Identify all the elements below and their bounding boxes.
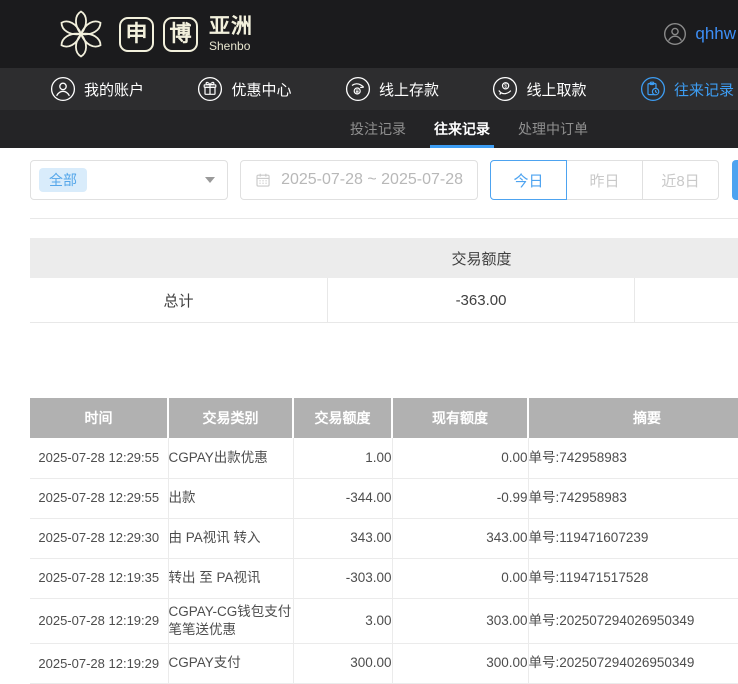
date-range-picker[interactable]: 2025-07-28 ~ 2025-07-28 (240, 160, 478, 200)
cell-summary: 单号:119471607239 (528, 518, 738, 558)
logo-region-text: 亚洲 (209, 16, 253, 37)
cell-balance: 0.00 (392, 558, 528, 598)
cell-amount: 3.00 (293, 598, 392, 643)
tab-label: 往来记录 (434, 119, 490, 139)
cell-time: 2025-07-28 12:19:35 (30, 558, 168, 598)
cell-summary: 单号:202507294026950349 (528, 598, 738, 643)
cell-time: 2025-07-28 12:29:55 (30, 478, 168, 518)
cell-type: 出款 (168, 478, 293, 518)
brand-logo[interactable]: 申 博 亚洲 Shenbo (52, 7, 253, 61)
tab-processing-orders[interactable]: 处理中订单 (518, 110, 588, 148)
col-header-time: 时间 (30, 398, 168, 438)
cell-balance: 303.00 (392, 598, 528, 643)
cell-amount: 1.00 (293, 438, 392, 478)
cell-amount: 300.00 (293, 643, 392, 683)
cell-balance: -0.99 (392, 478, 528, 518)
col-header-amount: 交易额度 (293, 398, 392, 438)
calendar-icon (255, 171, 271, 189)
nav-item-my-account[interactable]: 我的账户 (50, 76, 144, 102)
cell-summary: 单号:119471517528 (528, 558, 738, 598)
tab-betting-records[interactable]: 投注记录 (350, 110, 406, 148)
cell-type: 由 PA视讯 转入 (168, 518, 293, 558)
chevron-down-icon (205, 177, 215, 183)
gift-icon (197, 76, 223, 102)
svg-text:$: $ (505, 84, 508, 90)
nav-item-transaction-records[interactable]: 往来记录 (640, 76, 734, 102)
summary-header-empty (30, 238, 328, 278)
top-header: 申 博 亚洲 Shenbo qhhw (0, 0, 738, 68)
table-row: 2025-07-28 12:19:35 转出 至 PA视讯 -303.00 0.… (30, 558, 738, 598)
nav-label: 线上取款 (526, 79, 586, 100)
cell-type: CGPAY-CG钱包支付笔笔送优惠 (168, 598, 293, 643)
search-button[interactable] (732, 160, 738, 200)
cell-amount: 343.00 (293, 518, 392, 558)
tab-label: 投注记录 (350, 119, 406, 139)
cell-time: 2025-07-28 12:29:30 (30, 518, 168, 558)
cell-summary: 单号:742958983 (528, 438, 738, 478)
cell-amount: -344.00 (293, 478, 392, 518)
summary-header-amount: 交易额度 (328, 238, 635, 278)
summary-header-row: 交易额度 (30, 238, 738, 278)
table-row: 2025-07-28 12:29:55 CGPAY出款优惠 1.00 0.00 … (30, 438, 738, 478)
cell-balance: 343.00 (392, 518, 528, 558)
filter-bar: 全部 2025-07-28 ~ 2025-07-28 今日 昨日 近8日 (30, 160, 738, 200)
flower-logo-icon (52, 7, 110, 61)
table-row: 2025-07-28 12:29:30 由 PA视讯 转入 343.00 343… (30, 518, 738, 558)
date-range-value: 2025-07-28 ~ 2025-07-28 (281, 171, 463, 189)
cell-summary: 单号:742958983 (528, 478, 738, 518)
main-navbar: 我的账户 优惠中心 线上存款 $ (0, 68, 738, 110)
summary-total-label: 总计 (30, 278, 328, 322)
username-text: qhhw (695, 24, 736, 44)
tab-transaction-records[interactable]: 往来记录 (434, 110, 490, 148)
clipboard-clock-icon (640, 76, 666, 102)
summary-header-empty-2 (635, 238, 738, 278)
summary-total-value: -363.00 (328, 278, 635, 322)
nav-item-online-withdraw[interactable]: $ 线上取款 (492, 76, 586, 102)
transactions-header-row: 时间 交易类别 交易额度 现有额度 摘要 (30, 398, 738, 438)
cell-type: 转出 至 PA视讯 (168, 558, 293, 598)
nav-label: 我的账户 (84, 79, 144, 100)
user-avatar-icon (663, 22, 687, 46)
nav-item-promo-center[interactable]: 优惠中心 (197, 76, 291, 102)
cell-time: 2025-07-28 12:19:29 (30, 598, 168, 643)
table-row: 2025-07-28 12:19:29 CGPAY支付 300.00 300.0… (30, 643, 738, 683)
cell-summary: 单号:202507294026950349 (528, 643, 738, 683)
summary-total-row: 总计 -363.00 (30, 278, 738, 323)
logo-subtitle: Shenbo (209, 40, 253, 52)
hand-dollar-icon: $ (492, 76, 518, 102)
cell-type: CGPAY支付 (168, 643, 293, 683)
nav-item-online-deposit[interactable]: 线上存款 (345, 76, 439, 102)
summary-empty-cell (635, 278, 738, 322)
cell-amount: -303.00 (293, 558, 392, 598)
summary-table: 交易额度 总计 -363.00 (30, 238, 738, 323)
account-icon (50, 76, 76, 102)
yesterday-button[interactable]: 昨日 (566, 160, 643, 200)
cell-balance: 0.00 (392, 438, 528, 478)
cell-balance: 300.00 (392, 643, 528, 683)
quick-date-button-group: 今日 昨日 近8日 (490, 160, 719, 200)
col-header-type: 交易类别 (168, 398, 293, 438)
transaction-type-select[interactable]: 全部 (30, 160, 228, 200)
hand-coin-icon (345, 76, 371, 102)
logo-char-shen: 申 (119, 17, 154, 52)
col-header-balance: 现有额度 (392, 398, 528, 438)
nav-label: 优惠中心 (231, 79, 291, 100)
section-divider (30, 218, 738, 219)
last-8-days-button[interactable]: 近8日 (642, 160, 719, 200)
nav-label: 往来记录 (674, 79, 734, 100)
cell-time: 2025-07-28 12:29:55 (30, 438, 168, 478)
nav-label: 线上存款 (379, 79, 439, 100)
cell-time: 2025-07-28 12:19:29 (30, 643, 168, 683)
selected-type-chip: 全部 (39, 168, 87, 192)
cell-type: CGPAY出款优惠 (168, 438, 293, 478)
logo-char-bo: 博 (163, 17, 198, 52)
table-row: 2025-07-28 12:19:29 CGPAY-CG钱包支付笔笔送优惠 3.… (30, 598, 738, 643)
col-header-summary: 摘要 (528, 398, 738, 438)
today-button[interactable]: 今日 (490, 160, 567, 200)
table-row: 2025-07-28 12:29:55 出款 -344.00 -0.99 单号:… (30, 478, 738, 518)
transactions-table: 时间 交易类别 交易额度 现有额度 摘要 2025-07-28 12:29:55… (30, 398, 738, 684)
tab-label: 处理中订单 (518, 119, 588, 139)
user-account[interactable]: qhhw (663, 22, 736, 46)
records-tabbar: 投注记录 往来记录 处理中订单 (0, 110, 738, 148)
